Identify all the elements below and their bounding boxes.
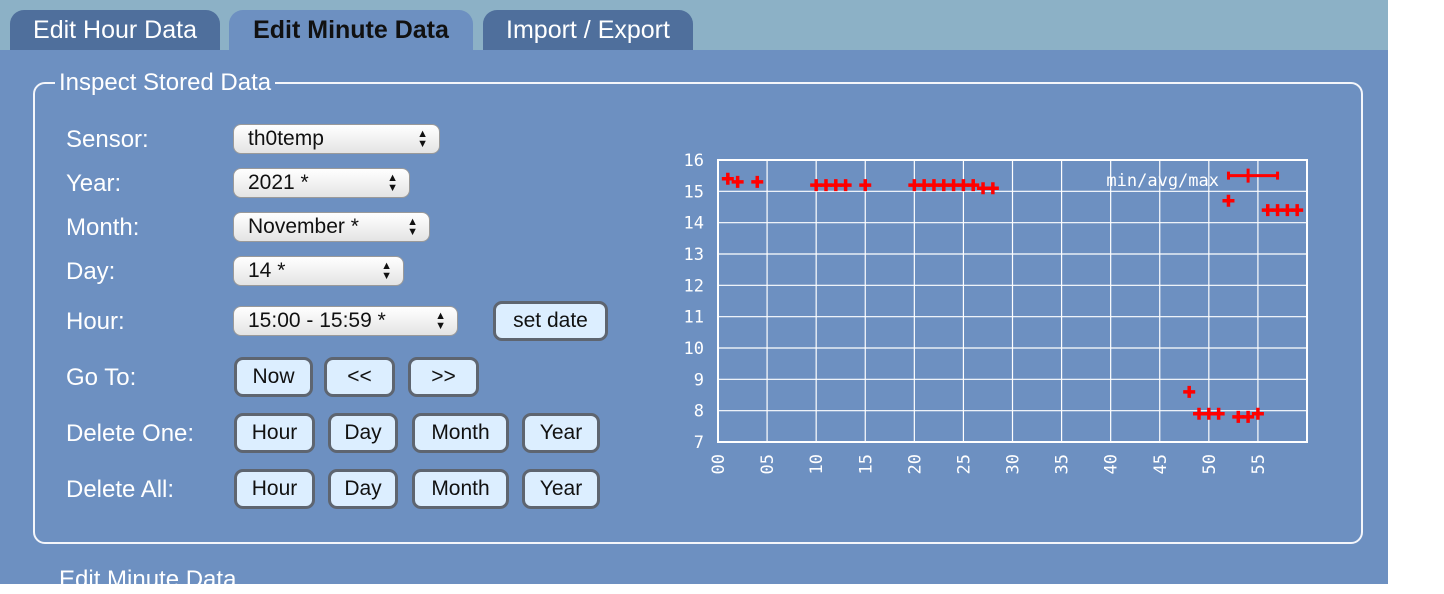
delete-all-month-button[interactable]: Month: [412, 469, 509, 509]
data-point: [986, 182, 999, 195]
tab-edit-hour-data[interactable]: Edit Hour Data: [10, 10, 220, 50]
select-arrows-icon: ▲ ▼: [381, 260, 392, 282]
chart-legend: min/avg/max: [1106, 171, 1219, 191]
hour-select[interactable]: 15:00 - 15:59 * ▲ ▼: [233, 306, 458, 336]
range-marker: [1226, 168, 1280, 183]
x-tick-label: 45: [1151, 454, 1171, 474]
y-tick-label: 15: [684, 182, 704, 202]
goto-label: Go To:: [66, 364, 137, 391]
delete-one-year-button[interactable]: Year: [522, 413, 600, 453]
delete-one-month-button[interactable]: Month: [412, 413, 509, 453]
day-label: Day:: [66, 258, 116, 285]
data-point: [859, 179, 872, 192]
hour-select-value: 15:00 - 15:59 *: [248, 309, 386, 332]
y-tick-label: 7: [694, 433, 704, 453]
x-tick-label: 15: [856, 454, 876, 474]
tab-edit-minute-data[interactable]: Edit Minute Data: [229, 10, 473, 50]
x-tick-label: 25: [954, 454, 974, 474]
tab-import-export[interactable]: Import / Export: [483, 10, 693, 50]
data-point: [751, 175, 764, 188]
edit-minute-data-section-label: Edit Minute Data: [59, 566, 237, 593]
sensor-label: Sensor:: [66, 126, 149, 153]
select-arrows-icon: ▲ ▼: [435, 310, 446, 332]
select-arrows-icon: ▲ ▼: [407, 216, 418, 238]
y-tick-label: 14: [684, 214, 704, 234]
sensor-select-value: th0temp: [248, 127, 324, 150]
data-point: [1212, 407, 1225, 420]
set-date-button[interactable]: set date: [493, 301, 608, 341]
y-tick-label: 12: [684, 276, 704, 296]
year-select[interactable]: 2021 * ▲ ▼: [233, 168, 410, 198]
y-tick-label: 11: [684, 308, 704, 328]
day-select[interactable]: 14 * ▲ ▼: [233, 256, 404, 286]
day-select-value: 14 *: [248, 259, 286, 282]
x-tick-label: 05: [758, 454, 778, 474]
delete-all-label: Delete All:: [66, 476, 175, 503]
y-tick-label: 13: [684, 245, 704, 265]
y-tick-label: 9: [694, 370, 704, 390]
x-tick-label: 00: [709, 454, 729, 474]
sensor-select[interactable]: th0temp ▲ ▼: [233, 124, 440, 154]
x-tick-label: 20: [905, 454, 925, 474]
month-label: Month:: [66, 214, 140, 241]
delete-one-label: Delete One:: [66, 420, 195, 447]
next-button[interactable]: >>: [408, 357, 479, 397]
month-select[interactable]: November * ▲ ▼: [233, 212, 430, 242]
tab-bar: Edit Hour Data Edit Minute Data Import /…: [0, 0, 1388, 50]
app-window: Edit Hour Data Edit Minute Data Import /…: [0, 0, 1388, 593]
panel-legend: Inspect Stored Data: [59, 69, 272, 96]
previous-button[interactable]: <<: [324, 357, 395, 397]
delete-all-hour-button[interactable]: Hour: [234, 469, 315, 509]
y-tick-label: 8: [694, 402, 704, 422]
data-point: [1183, 385, 1196, 398]
y-tick-label: 16: [684, 151, 704, 171]
delete-one-day-button[interactable]: Day: [328, 413, 398, 453]
year-label: Year:: [66, 170, 122, 197]
x-tick-label: 35: [1053, 454, 1073, 474]
data-point: [839, 179, 852, 192]
y-tick-label: 10: [684, 339, 704, 359]
select-arrows-icon: ▲ ▼: [387, 172, 398, 194]
hour-label: Hour:: [66, 308, 125, 335]
delete-one-hour-button[interactable]: Hour: [234, 413, 315, 453]
delete-all-day-button[interactable]: Day: [328, 469, 398, 509]
delete-all-year-button[interactable]: Year: [522, 469, 600, 509]
minute-data-chart: 7 8 9 10 11 12 13 14 15 16 00 05 10 15 20 25 30 35 40 45 50 5…: [684, 151, 1308, 474]
x-tick-label: 10: [807, 454, 827, 474]
select-arrows-icon: ▲ ▼: [417, 128, 428, 150]
data-point: [1291, 204, 1304, 217]
x-tick-label: 55: [1249, 454, 1269, 474]
data-point: [1222, 194, 1235, 207]
x-tick-label: 40: [1102, 454, 1122, 474]
x-tick-label: 50: [1200, 454, 1220, 474]
year-select-value: 2021 *: [248, 171, 309, 194]
month-select-value: November *: [248, 215, 359, 238]
now-button[interactable]: Now: [234, 357, 313, 397]
x-tick-label: 30: [1004, 454, 1024, 474]
